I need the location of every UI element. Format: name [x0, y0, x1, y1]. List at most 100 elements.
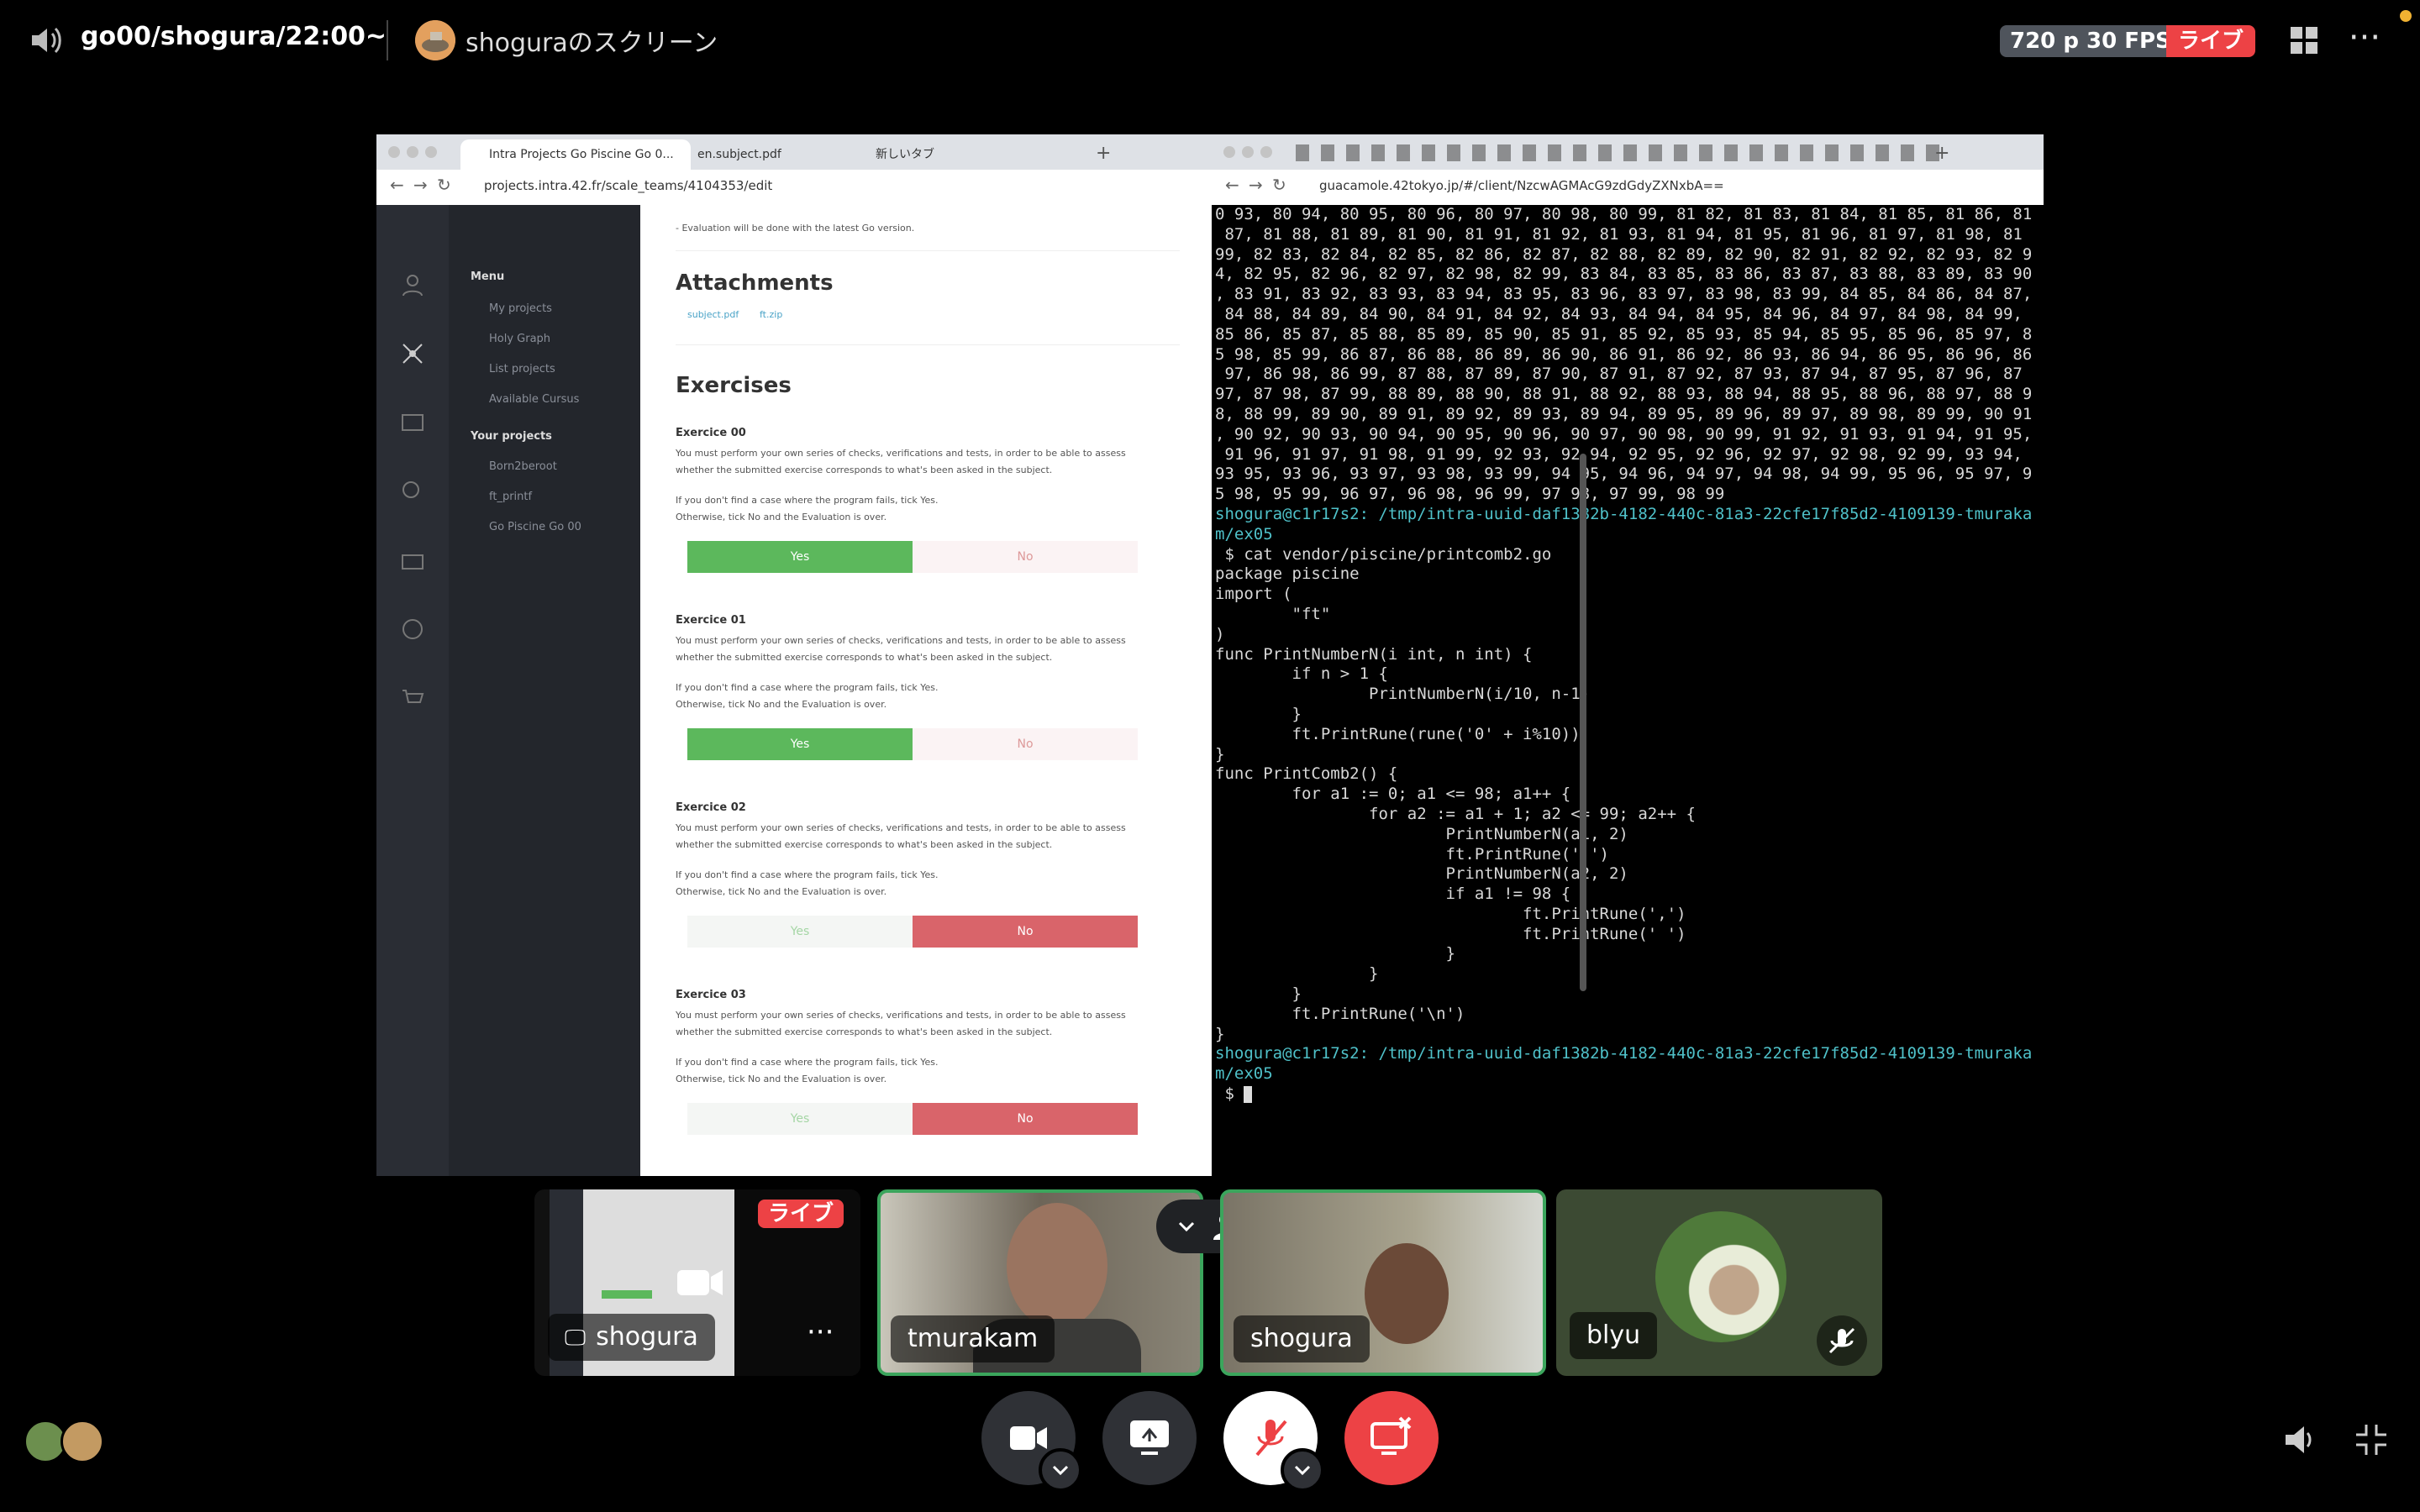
more-options-icon[interactable]: ··· [2346, 21, 2383, 55]
window-zoom-dot[interactable] [1260, 146, 1272, 158]
url-field[interactable]: guacamole.42tokyo.jp/#/client/NzcwAGMAcG… [1319, 178, 1724, 193]
stop-stream-button[interactable] [1344, 1391, 1439, 1485]
user-icon[interactable] [400, 272, 425, 297]
yes-button[interactable]: Yes [687, 916, 913, 948]
exercise-hint: If you don't find a case where the progr… [676, 682, 939, 693]
forward-arrow-icon[interactable]: → [413, 175, 428, 195]
yes-button[interactable]: Yes [687, 541, 913, 573]
forward-arrow-icon[interactable]: → [1249, 175, 1263, 195]
terminal-command: $ cat vendor/piscine/printcomb2.go [1215, 544, 1552, 564]
terminal-prompt-symbol: $ [1215, 1084, 1244, 1104]
url-field[interactable]: projects.intra.42.fr/scale_teams/4104353… [484, 178, 772, 193]
terminal-code-line: } [1215, 1024, 1225, 1043]
tile-blyu[interactable]: blyu [1556, 1189, 1882, 1376]
window-close-dot[interactable] [388, 146, 400, 158]
compass-icon[interactable] [400, 617, 425, 642]
no-button[interactable]: No [913, 541, 1138, 573]
menu-item-available-cursus[interactable]: Available Cursus [489, 393, 579, 406]
terminal-output-line: 5 98, 85 99, 86 87, 86 88, 86 89, 86 90,… [1215, 344, 2033, 364]
exit-fullscreen-icon[interactable] [2353, 1421, 2390, 1458]
attachment-ft-zip[interactable]: ft.zip [760, 309, 782, 320]
participant-name: tmurakam [891, 1315, 1055, 1362]
new-tab-plus-icon[interactable]: + [1934, 143, 1949, 164]
grid-view-icon[interactable] [2289, 25, 2319, 55]
exercise-title: Exercice 02 [676, 801, 746, 814]
terminal-output-line: 91 96, 91 97, 91 98, 91 99, 92 93, 92 94… [1215, 444, 2023, 464]
terminal-code-line: package piscine [1215, 564, 1360, 584]
project-go-piscine[interactable]: Go Piscine Go 00 [489, 521, 581, 533]
yes-button[interactable]: Yes [687, 1103, 913, 1135]
no-button[interactable]: No [913, 1103, 1138, 1135]
menu-item-my-projects[interactable]: My projects [489, 302, 552, 315]
left-scrollbar[interactable] [1580, 454, 1586, 991]
briefcase-icon[interactable] [400, 548, 425, 573]
no-button[interactable]: No [913, 916, 1138, 948]
new-tab-plus-icon[interactable]: + [1096, 143, 1111, 164]
streamer-avatar [415, 20, 455, 60]
window-zoom-dot[interactable] [425, 146, 437, 158]
chat-icon[interactable] [400, 479, 425, 504]
menu-item-list-projects[interactable]: List projects [489, 363, 555, 375]
attachment-subject-pdf[interactable]: subject.pdf [687, 309, 739, 320]
window-minimize-dot[interactable] [1242, 146, 1254, 158]
tab-new-tab[interactable]: 新しいタブ [847, 139, 1060, 170]
top-bar: go00/shogura/22:00~ shoguraのスクリーン 720 p … [0, 0, 2420, 81]
terminal-code-line: PrintNumberN(a2, 2) [1215, 864, 1628, 884]
terminal-output-line: 4, 82 95, 82 96, 82 97, 82 98, 82 99, 83… [1215, 265, 2033, 284]
terminal-code-line: import ( [1215, 585, 1292, 604]
viewer-avatar[interactable] [60, 1420, 104, 1463]
terminal-code-line: ft.PrintRune(',') [1215, 904, 1686, 923]
notification-dot [2400, 10, 2412, 22]
tile-more-icon[interactable]: ··· [807, 1315, 834, 1349]
yes-button[interactable]: Yes [687, 728, 913, 760]
exercise-description: You must perform your own series of chec… [676, 822, 1126, 850]
volume-icon[interactable] [2282, 1421, 2319, 1458]
back-arrow-icon[interactable]: ← [1225, 175, 1239, 195]
reload-icon[interactable]: ↻ [1272, 175, 1286, 195]
voice-channel-icon [27, 20, 67, 60]
menu-item-holy-graph[interactable]: Holy Graph [489, 333, 550, 345]
reload-icon[interactable]: ↻ [437, 175, 451, 195]
terminal-input-line[interactable]: $ [1215, 1084, 2044, 1105]
mic-options-chevron[interactable] [1281, 1448, 1324, 1492]
divider [387, 20, 388, 60]
participant-avatar [1655, 1211, 1786, 1342]
participant-name: shogura [1234, 1315, 1370, 1362]
exercise-description: You must perform your own series of chec… [676, 1010, 1126, 1037]
terminal-code-line: if n > 1 { [1215, 664, 1388, 684]
exercise-hint: Otherwise, tick No and the Evaluation is… [676, 886, 887, 897]
screen-thumb [602, 1290, 652, 1299]
no-button[interactable]: No [913, 728, 1138, 760]
terminal-output-line: 97, 86 98, 86 99, 87 88, 87 89, 87 90, 8… [1215, 365, 2023, 384]
terminal-code-line: ft.PrintRune(' ') [1215, 844, 1609, 864]
terminal-code-line: PrintNumberN(a1, 2) [1215, 824, 1628, 843]
tab-intra-projects[interactable]: Intra Projects Go Piscine Go 0... [460, 139, 691, 170]
project-born2beroot[interactable]: Born2beroot [489, 460, 557, 473]
exercise-description: You must perform your own series of chec… [676, 448, 1126, 475]
terminal[interactable]: 0 93, 80 94, 80 95, 80 96, 80 97, 80 98,… [1212, 205, 2044, 1176]
camera-options-chevron[interactable] [1039, 1448, 1082, 1492]
right-browser-window: + ← → ↻ guacamole.42tokyo.jp/#/client/Nz… [1212, 134, 2044, 1176]
video-icon[interactable] [400, 410, 425, 435]
chevron-down-icon[interactable] [1175, 1215, 1198, 1238]
participant-face [1365, 1243, 1449, 1344]
tile-screen-share[interactable]: ライブ 🖵 shogura ··· [534, 1189, 860, 1376]
window-minimize-dot[interactable] [407, 146, 418, 158]
terminal-prompt: shogura@c1r17s2: /tmp/intra-uuid-daf1382… [1215, 1044, 2033, 1063]
share-screen-button[interactable] [1102, 1391, 1197, 1485]
window-close-dot[interactable] [1223, 146, 1235, 158]
exercise-hint: If you don't find a case where the progr… [676, 869, 939, 880]
cart-icon[interactable] [400, 685, 425, 711]
tile-tmurakam[interactable]: tmurakam [877, 1189, 1203, 1376]
holy-graph-icon[interactable] [400, 341, 425, 366]
back-arrow-icon[interactable]: ← [390, 175, 404, 195]
terminal-output-line: 97, 87 98, 87 99, 88 89, 88 90, 88 91, 8… [1215, 385, 2033, 404]
terminal-output-line: 8, 88 99, 89 90, 89 91, 89 92, 89 93, 89… [1215, 404, 2033, 423]
pinned-tabs[interactable] [1296, 144, 1951, 161]
muted-mic-icon [1817, 1315, 1867, 1366]
tab-subject-pdf[interactable]: en.subject.pdf [669, 139, 865, 170]
exercise-description: You must perform your own series of chec… [676, 635, 1126, 663]
tile-shogura[interactable]: shogura [1220, 1189, 1546, 1376]
project-ft-printf[interactable]: ft_printf [489, 491, 532, 503]
monitor-icon: 🖵 [565, 1326, 587, 1351]
